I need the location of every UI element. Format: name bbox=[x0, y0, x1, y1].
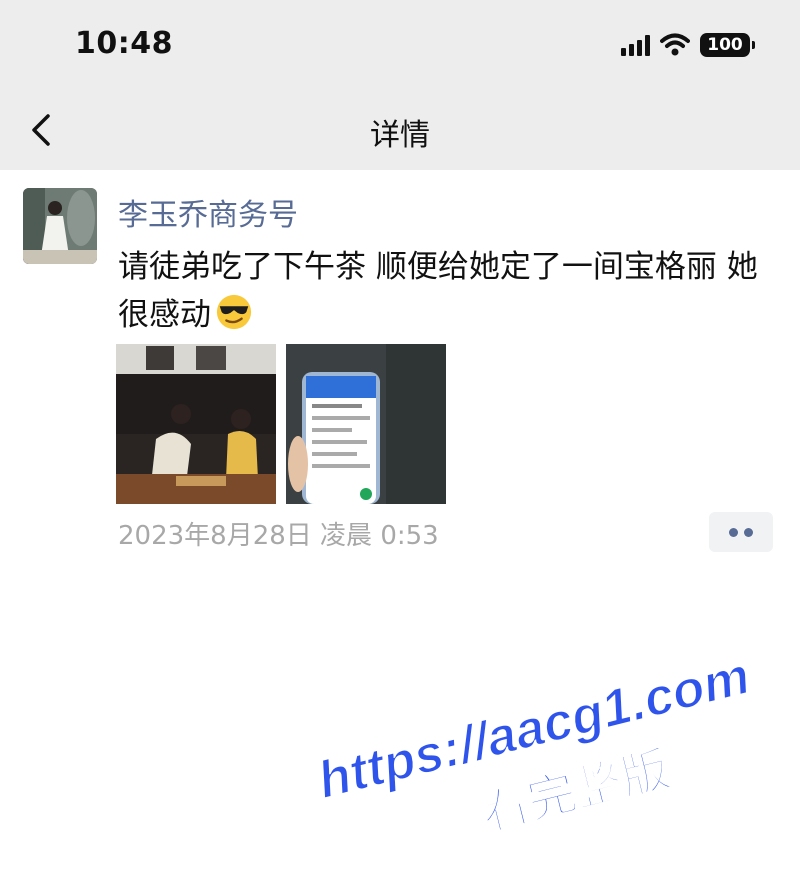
more-dot-icon bbox=[729, 527, 738, 537]
tea-photo bbox=[116, 344, 276, 504]
more-dot-icon bbox=[744, 527, 753, 537]
status-bar: 10:48 100 bbox=[0, 0, 800, 90]
nav-bar: 详情 bbox=[0, 90, 800, 170]
post-image-1[interactable] bbox=[116, 344, 276, 504]
watermark: https://aacg1.com 看完整版 bbox=[312, 646, 757, 842]
sunglasses-emoji-icon bbox=[216, 294, 252, 330]
more-actions-button[interactable] bbox=[709, 512, 773, 552]
status-icons: 100 bbox=[621, 30, 755, 60]
post-image-2[interactable] bbox=[286, 344, 446, 504]
author-name[interactable]: 李玉乔商务号 bbox=[118, 190, 298, 234]
page-title: 详情 bbox=[370, 118, 430, 153]
post-timestamp: 2023年8月28日 凌晨 0:53 bbox=[118, 521, 439, 551]
avatar[interactable] bbox=[23, 188, 97, 264]
phone-photo bbox=[286, 344, 446, 504]
cellular-signal-icon bbox=[621, 34, 650, 56]
post-text: 请徒弟吃了下午茶 顺便给她定了一间宝格丽 她很感动 bbox=[118, 243, 768, 339]
avatar-photo bbox=[23, 188, 97, 264]
status-time: 10:48 bbox=[75, 26, 173, 61]
post-text-content: 请徒弟吃了下午茶 顺便给她定了一间宝格丽 她很感动 bbox=[118, 249, 758, 333]
battery-icon: 100 bbox=[700, 33, 755, 57]
wifi-icon bbox=[660, 33, 690, 56]
